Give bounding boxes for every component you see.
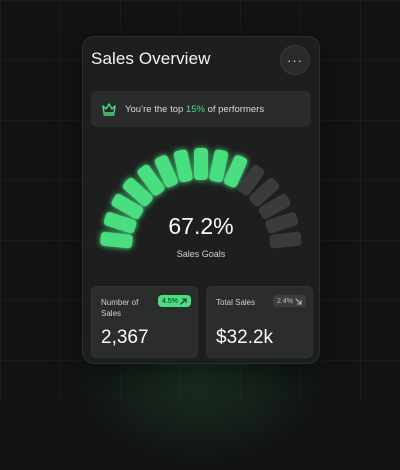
gauge-segment-active <box>194 148 208 180</box>
arrow-down-right-icon <box>295 297 302 305</box>
stat-label: Number of Sales <box>101 298 139 318</box>
gauge-value: 67.2% <box>168 213 234 239</box>
gauge-label: Sales Goals <box>176 249 226 259</box>
stat-change-value: 2.4% <box>277 297 293 305</box>
sales-overview-card: Sales Overview ··· You’re the top 15% of… <box>82 36 320 364</box>
stat-card-number-of-sales: Number of Sales 4.5% 2,367 <box>91 286 198 358</box>
stat-label: Total Sales <box>216 298 256 307</box>
stat-change-badge: 2.4% <box>273 295 306 307</box>
stat-card-total-sales: Total Sales 2.4% $32.2k <box>206 286 313 358</box>
stat-change-badge: 4.5% <box>158 295 191 307</box>
arrow-up-right-icon <box>180 297 187 305</box>
stat-value: $32.2k <box>216 327 274 348</box>
stat-change-value: 4.5% <box>162 297 178 305</box>
sales-goal-gauge <box>100 148 302 249</box>
stat-value: 2,367 <box>101 327 149 348</box>
